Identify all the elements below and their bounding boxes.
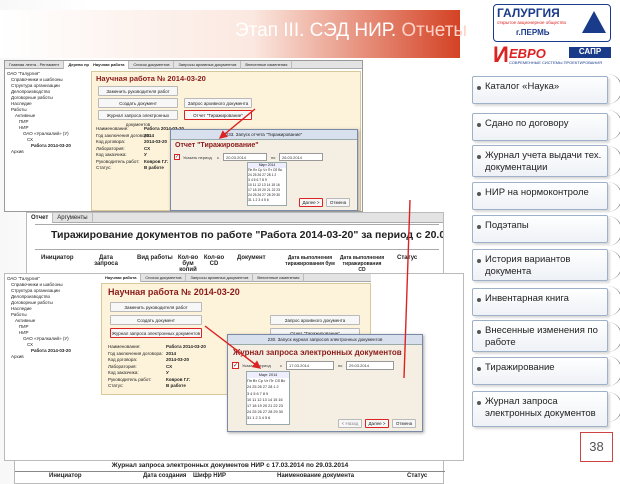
connector-arrows [204,108,411,379]
arrow-to-edocs-dialog [204,325,262,369]
arrow-to-report [403,199,411,379]
arrow-to-replication-dialog [218,108,256,139]
